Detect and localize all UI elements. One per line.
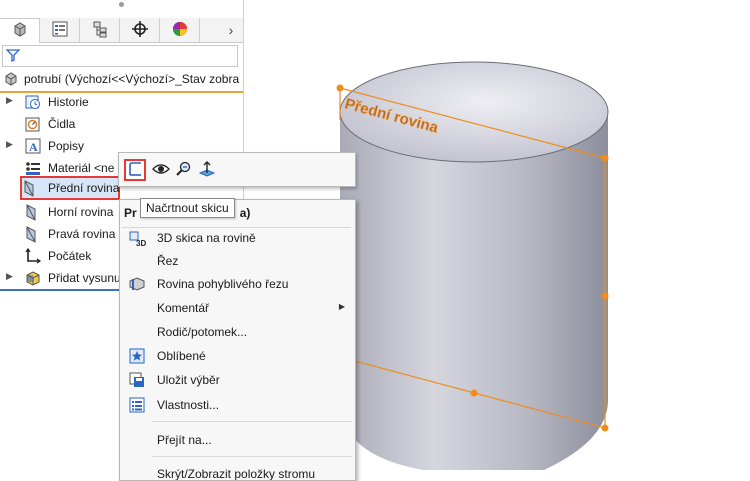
expand-arrow-icon[interactable]: ▶: [6, 139, 13, 150]
tree-item-label: Přidat vysunu: [48, 271, 121, 285]
filter-icon: [5, 48, 21, 65]
favorites-icon: [128, 347, 146, 365]
tree-item-label: Počátek: [48, 249, 92, 263]
history-icon: [24, 93, 42, 114]
tree-root-label: potrubí (Výchozí<<Výchozí>_Stav zobra: [24, 72, 240, 86]
menu-item-label: Skrýt/Zobrazit položky stromu: [157, 467, 316, 481]
tree-item-label: Materiál <ne: [48, 161, 115, 175]
display-manager-icon: [171, 20, 189, 41]
menu-item-moving-section[interactable]: Rovina pohyblivého řezu: [120, 273, 355, 295]
context-menu: Pr a) 3D 3D skica na rovině Řez Rovina po…: [119, 199, 356, 481]
menu-item-label: Rodič/potomek...: [157, 325, 248, 339]
normal-to-icon: [198, 160, 216, 181]
menu-item-ulozit-vyber[interactable]: Uložit výběr: [120, 369, 355, 391]
tree-item-label: Popisy: [48, 139, 85, 153]
zoom-to-selection-button[interactable]: [172, 159, 194, 181]
menu-title-prefix: Pr: [124, 206, 137, 220]
save-selection-icon: [128, 371, 146, 389]
menu-item-label: Vlastnosti...: [157, 398, 220, 412]
annotations-icon: A: [24, 137, 42, 158]
expand-arrow-icon[interactable]: ▶: [6, 95, 13, 106]
tab-display-manager[interactable]: [160, 18, 200, 42]
part-icon: [3, 71, 19, 90]
tree-item-label: Horní rovina: [48, 205, 114, 219]
menu-item-rodic-potomek[interactable]: Rodič/potomek...: [120, 321, 355, 343]
show-icon: [152, 162, 170, 179]
menu-item-prejit-na[interactable]: Přejít na...: [120, 429, 355, 451]
tabs-more-button[interactable]: ›: [219, 18, 243, 42]
configuration-manager-icon: [91, 20, 109, 41]
menu-item-label: Oblíbené: [157, 349, 206, 363]
tab-feature-manager[interactable]: [0, 18, 40, 43]
plane-icon: [24, 203, 42, 224]
tab-dimxpert-manager[interactable]: [120, 18, 160, 42]
menu-item-label: Komentář: [157, 301, 210, 315]
sketch-button[interactable]: [124, 159, 146, 181]
menu-item-3d-sketch[interactable]: 3D 3D skica na rovině: [120, 227, 355, 249]
tree-item-label: Historie: [48, 95, 89, 109]
tree-filter-input[interactable]: [2, 45, 238, 67]
menu-item-skryt-zobrazit[interactable]: Skrýt/Zobrazit položky stromu: [120, 463, 355, 481]
cylinder-side[interactable]: [340, 112, 608, 470]
tree-item-historie[interactable]: ▶ Historie: [0, 92, 243, 112]
menu-item-label: Rovina pohyblivého řezu: [157, 277, 289, 291]
menu-title-suffix: a): [239, 206, 251, 220]
material-icon: [24, 159, 42, 180]
submenu-arrow-icon: ▶: [338, 302, 345, 311]
context-toolbar: [118, 152, 356, 187]
moving-section-icon: [128, 275, 146, 293]
menu-item-komentar[interactable]: Komentář ▶: [120, 297, 355, 319]
zoom-to-selection-icon: [175, 161, 191, 180]
menu-separator: [152, 456, 352, 457]
menu-separator: [152, 421, 352, 422]
extrude-icon: [24, 269, 42, 290]
manager-tabs: ›: [0, 18, 243, 43]
dimxpert-icon: [131, 20, 149, 41]
sketch-icon: [127, 161, 143, 180]
tab-property-manager[interactable]: [40, 18, 80, 42]
menu-item-label: 3D skica na rovině: [157, 231, 256, 245]
menu-item-oblibene[interactable]: Oblíbené: [120, 345, 355, 367]
feature-manager-icon: [11, 21, 29, 42]
sensors-icon: [24, 115, 42, 136]
svg-text:A: A: [29, 140, 38, 154]
tree-root-part[interactable]: potrubí (Výchozí<<Výchozí>_Stav zobra: [0, 70, 243, 90]
tree-item-label: Přední rovina: [48, 181, 120, 195]
menu-item-label: Uložit výběr: [157, 373, 220, 387]
menu-item-label: Řez: [157, 254, 179, 268]
properties-icon: [128, 396, 146, 414]
menu-item-rez[interactable]: Řez: [120, 250, 355, 272]
menu-item-vlastnosti[interactable]: Vlastnosti...: [120, 394, 355, 416]
origin-icon: [24, 247, 42, 268]
3d-sketch-icon: 3D: [128, 229, 146, 248]
tree-item-cidla[interactable]: Čidla: [0, 114, 243, 134]
plane-icon: [24, 225, 42, 246]
normal-to-button[interactable]: [196, 159, 218, 181]
menu-item-label: Přejít na...: [157, 433, 212, 447]
tab-configuration-manager[interactable]: [80, 18, 120, 42]
tooltip: Načrtnout skicu: [140, 198, 235, 218]
plane-icon: [22, 179, 40, 200]
tree-item-label: Pravá rovina: [48, 227, 116, 241]
svg-text:3D: 3D: [136, 239, 146, 247]
panel-grip[interactable]: [119, 2, 124, 7]
tree-item-label: Čidla: [48, 117, 76, 131]
show-button[interactable]: [150, 159, 172, 181]
expand-arrow-icon[interactable]: ▶: [6, 271, 13, 282]
property-manager-icon: [51, 20, 69, 41]
